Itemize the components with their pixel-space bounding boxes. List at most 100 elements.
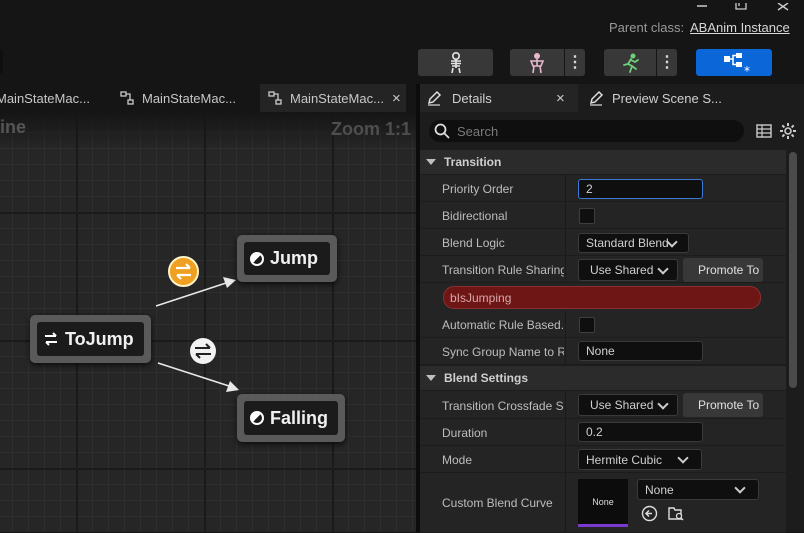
transition-crossfade-dropdown[interactable]: Use Shared	[578, 394, 678, 416]
table-view-icon[interactable]	[756, 123, 772, 139]
tab-preview-scene-settings[interactable]: Preview Scene S...	[585, 84, 804, 112]
column-divider[interactable]	[565, 311, 566, 365]
minimize-icon[interactable]	[691, 0, 713, 8]
dropdown-value: Use Shared	[590, 263, 654, 277]
dropdown-value: Hermite Cubic	[586, 452, 663, 467]
conduit-icon	[43, 331, 59, 347]
category-blend-settings[interactable]: Blend Settings	[420, 366, 786, 390]
toolbar	[0, 48, 804, 84]
bidirectional-checkbox[interactable]	[579, 208, 595, 224]
chevron-down-icon	[734, 482, 746, 494]
row-label: Transition Rule Sharing	[442, 263, 564, 277]
category-label: Transition	[444, 155, 502, 169]
state-node-label: ToJump	[65, 328, 134, 349]
skeleton-mode-button[interactable]	[418, 49, 493, 76]
tab-label: MainStateMac...	[290, 90, 384, 106]
zoom-level: Zoom 1:1	[331, 119, 412, 139]
dropdown-value: Standard Blend	[586, 236, 669, 250]
curve-thumbnail[interactable]: None	[578, 479, 628, 527]
tab-details[interactable]: Details ×	[420, 84, 578, 112]
mode-dropdown[interactable]: Hermite Cubic	[578, 449, 702, 470]
promote-to-shared-crossfade-button[interactable]: Promote To	[683, 393, 763, 417]
use-selected-asset-icon[interactable]	[641, 505, 658, 522]
settings-gear-icon[interactable]	[779, 122, 797, 140]
priority-order-input[interactable]: 2	[578, 179, 703, 199]
transition-rule-sharing-dropdown[interactable]: Use Shared	[578, 259, 678, 281]
state-node-tojump[interactable]: ToJump	[30, 315, 151, 363]
rule-binding-label: bIsJumping	[450, 290, 512, 305]
state-icon	[250, 411, 264, 425]
collapse-arrow-icon	[426, 375, 436, 381]
pencil-icon	[426, 90, 442, 106]
svg-text:*: *	[744, 64, 750, 76]
search-placeholder: Search	[457, 123, 499, 139]
search-icon	[433, 122, 451, 140]
row-label: Blend Logic	[442, 236, 505, 250]
chevron-down-icon	[657, 262, 669, 275]
browse-asset-icon[interactable]	[667, 505, 685, 522]
category-label: Blend Settings	[444, 371, 529, 385]
mesh-options-icon[interactable]: ⋮	[565, 49, 585, 76]
search-input[interactable]: Search	[429, 120, 744, 142]
blend-logic-dropdown[interactable]: Standard Blend	[578, 233, 689, 253]
animation-options-icon[interactable]: ⋮	[657, 49, 677, 76]
row-label: Duration	[442, 426, 488, 440]
tab-mainstatemachine-3[interactable]: MainStateMac... ×	[260, 84, 406, 112]
sync-group-input[interactable]: None	[578, 341, 703, 361]
state-node-jump[interactable]: Jump	[237, 235, 337, 282]
automatic-rule-checkbox[interactable]	[579, 317, 595, 333]
graph-title: ine	[0, 117, 27, 137]
dropdown-value: Use Shared	[590, 398, 654, 412]
animation-mode-button[interactable]	[604, 49, 656, 76]
column-divider[interactable]	[565, 175, 566, 282]
tab-label: Preview Scene S...	[612, 90, 722, 106]
left-field-edge[interactable]	[0, 50, 3, 74]
parent-class-link[interactable]: ABAnim Instance	[690, 20, 790, 35]
skeletal-mesh-icon	[526, 52, 548, 74]
chevron-down-icon	[657, 397, 669, 410]
skeleton-icon	[446, 51, 466, 74]
promote-to-shared-button[interactable]: Promote To	[683, 258, 763, 282]
state-machine-icon	[268, 91, 282, 105]
mesh-mode-button[interactable]	[510, 49, 564, 76]
column-divider[interactable]	[565, 391, 566, 532]
chevron-down-icon	[677, 452, 689, 464]
pencil-icon	[588, 90, 604, 106]
tab-label: MainStateMac...	[0, 90, 90, 106]
parent-class-label: Parent class:	[609, 20, 685, 35]
category-transition[interactable]: Transition	[420, 150, 786, 174]
thumbnail-label: None	[592, 496, 614, 507]
state-node-falling[interactable]: Falling	[237, 394, 345, 442]
row-label: Automatic Rule Based...	[442, 318, 564, 332]
row-label: Custom Blend Curve	[442, 496, 553, 510]
duration-input[interactable]: 0.2	[578, 422, 703, 442]
transition-jump-icon[interactable]	[168, 256, 199, 287]
scrollbar-thumb[interactable]	[789, 152, 797, 388]
state-node-label: Falling	[270, 407, 328, 428]
row-label: Bidirectional	[442, 209, 508, 223]
close-tab-icon[interactable]: ×	[556, 90, 565, 107]
close-window-icon[interactable]	[776, 0, 792, 11]
tab-mainstatemachine-2[interactable]: MainStateMac...	[112, 84, 258, 112]
blueprint-graph-icon: *	[714, 49, 754, 76]
row-label: Priority Order	[442, 182, 514, 196]
row-label: Transition Crossfade Sha	[442, 399, 564, 413]
animation-running-icon	[619, 52, 641, 74]
close-tab-icon[interactable]: ×	[392, 90, 401, 107]
collapse-arrow-icon	[426, 159, 436, 165]
dropdown-value: None	[645, 482, 674, 497]
maximize-icon[interactable]	[733, 0, 749, 10]
blueprint-mode-button[interactable]: *	[696, 49, 772, 76]
row-automatic-rule: Automatic Rule Based...	[420, 311, 786, 338]
custom-blend-curve-dropdown[interactable]: None	[637, 479, 759, 500]
tab-label: Details	[452, 90, 492, 106]
state-icon	[250, 251, 264, 266]
state-machine-icon	[120, 91, 134, 105]
tab-label: MainStateMac...	[142, 90, 236, 106]
transition-falling-icon[interactable]	[190, 338, 216, 364]
row-label: Sync Group Name to R...	[442, 345, 564, 359]
rule-binding-pill[interactable]: bIsJumping	[443, 286, 761, 309]
row-label: Mode	[442, 453, 473, 467]
state-node-label: Jump	[270, 248, 319, 268]
tab-mainstatemachine-1[interactable]: MainStateMac...	[0, 84, 105, 112]
